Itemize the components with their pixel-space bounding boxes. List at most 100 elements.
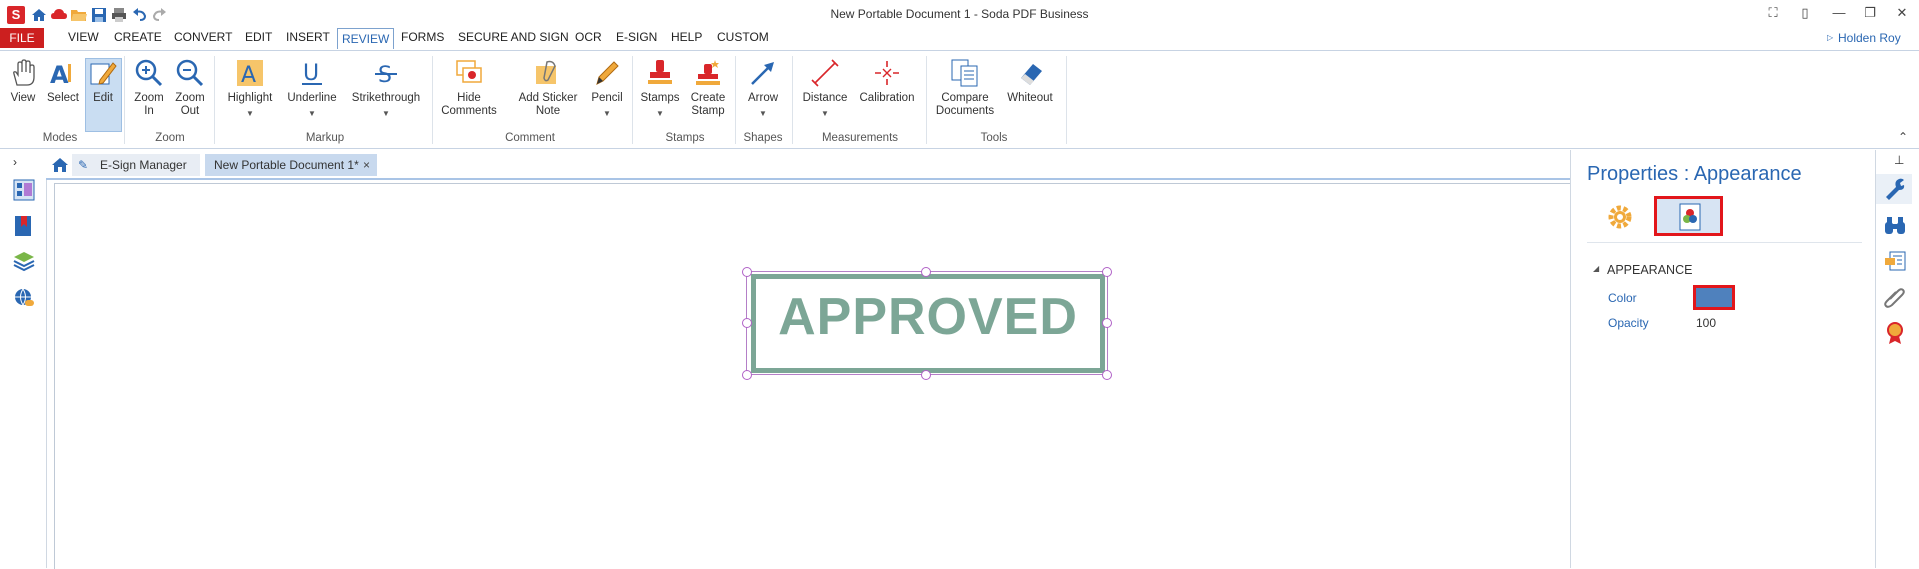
resize-handle-bottom-right[interactable] [1102,370,1112,380]
zoom-out-button[interactable]: Zoom Out [172,58,208,118]
add-sticky-note-button[interactable]: Add Sticker Note [513,58,583,118]
resize-handle-left[interactable] [742,318,752,328]
resize-handle-bottom-left[interactable] [742,370,752,380]
document-canvas[interactable] [54,183,1571,569]
menu-ocr[interactable]: OCR [575,30,602,44]
group-stamps: Stamps [665,132,705,144]
calibration-button[interactable]: Calibration [856,58,918,105]
zoom-out-label-1: Zoom [175,92,205,104]
appearance-tab[interactable] [1654,196,1723,236]
select-label: Select [47,92,79,104]
opacity-label: Opacity [1608,316,1649,330]
arrow-dropdown-icon[interactable]: ▼ [743,107,783,120]
stamps-button[interactable]: Stamps ▼ [640,58,680,120]
attachment-icon[interactable] [1883,285,1907,309]
menu-forms[interactable]: FORMS [401,30,444,44]
opacity-value[interactable]: 100 [1696,316,1716,330]
tab-new-portable-document[interactable]: New Portable Document 1* × [205,154,377,176]
pencil-dropdown-icon[interactable]: ▼ [589,107,625,120]
resize-handle-top-left[interactable] [742,267,752,277]
menu-view[interactable]: VIEW [68,30,99,44]
hand-icon [13,59,35,86]
zoom-in-label-2: In [144,105,154,117]
comments-list-icon[interactable] [1883,250,1907,274]
menu-file[interactable]: FILE [0,28,44,48]
add-sticky-note-label-1: Add Sticker [518,92,578,104]
underline-button[interactable]: U Underline ▼ [284,58,340,120]
appearance-section-header[interactable]: APPEARANCE [1607,263,1692,277]
whiteout-button[interactable]: Whiteout [1002,58,1058,105]
appearance-palette-icon [1679,203,1701,231]
group-separator [792,56,793,144]
group-modes: Modes [42,132,78,144]
color-picker[interactable] [1693,285,1735,310]
underline-dropdown-icon[interactable]: ▼ [284,107,340,120]
underline-label: Underline [287,92,337,104]
resize-handle-right[interactable] [1102,318,1112,328]
reading-mode-icon[interactable]: ▯ [1793,4,1817,22]
resize-handle-top-right[interactable] [1102,267,1112,277]
hide-comments-button[interactable]: Hide Comments [441,58,497,118]
user-name[interactable]: Holden Roy [1838,31,1901,45]
expand-sidebar-icon[interactable]: › [13,155,17,169]
highlight-button[interactable]: A Highlight ▼ [222,58,278,120]
resize-handle-bottom[interactable] [921,370,931,380]
distance-dropdown-icon[interactable]: ▼ [800,107,850,120]
menu-edit[interactable]: EDIT [245,30,272,44]
menu-e-sign[interactable]: E-SIGN [616,30,657,44]
strikethrough-dropdown-icon[interactable]: ▼ [348,107,424,120]
stamp-text: APPROVED [778,288,1078,346]
gear-icon[interactable] [1605,202,1635,232]
pin-icon[interactable]: ⊥ [1894,153,1904,167]
pencil-button[interactable]: Pencil ▼ [589,58,625,120]
tab-close-icon[interactable]: × [363,154,370,176]
stamps-dropdown-icon[interactable]: ▼ [640,107,680,120]
tab-e-sign-manager[interactable]: ✎ E-Sign Manager [72,154,200,176]
compare-documents-button[interactable]: Compare Documents [934,58,996,118]
properties-title: Properties : Appearance [1587,163,1802,185]
resize-handle-top[interactable] [921,267,931,277]
strikethrough-button[interactable]: S Strikethrough ▼ [348,58,424,120]
edit-label: Edit [93,92,113,104]
zoom-in-icon [135,59,163,87]
menu-custom[interactable]: CUSTOM [717,30,769,44]
menu-create[interactable]: CREATE [114,30,162,44]
zoom-in-button[interactable]: Zoom In [131,58,167,118]
strikethrough-label: Strikethrough [351,92,421,104]
arrow-button[interactable]: Arrow ▼ [743,58,783,120]
svg-text:A: A [241,63,256,88]
distance-button[interactable]: Distance ▼ [800,58,850,120]
menu-review[interactable]: REVIEW [337,28,395,49]
home-tab-icon[interactable] [50,155,70,175]
create-stamp-button[interactable]: Create Stamp [688,58,728,118]
highlight-label: Highlight [227,92,273,104]
binoculars-icon[interactable] [1883,214,1907,238]
restore-button[interactable]: ❐ [1858,4,1882,22]
view-button[interactable]: View [6,58,40,105]
wrench-icon[interactable] [1883,177,1907,201]
fullscreen-icon[interactable]: ⛶ [1761,4,1785,22]
close-button[interactable]: ✕ [1890,4,1914,22]
menu-convert[interactable]: CONVERT [174,30,232,44]
create-stamp-icon [696,60,720,85]
compare-documents-icon [951,59,978,87]
group-separator [124,56,125,144]
collapse-ribbon-icon[interactable]: ⌃ [1898,130,1908,144]
zoom-in-label-1: Zoom [134,92,164,104]
menu-insert[interactable]: INSERT [286,30,330,44]
menu-help[interactable]: HELP [671,30,702,44]
bookmarks-icon[interactable] [13,215,35,237]
edit-button[interactable]: Edit [86,58,120,105]
group-separator [926,56,927,144]
menu-secure-and-sign[interactable]: SECURE AND SIGN [458,30,569,44]
minimize-button[interactable]: — [1827,4,1851,22]
calibration-label: Calibration [859,92,915,104]
thumbnails-icon[interactable] [13,179,35,201]
layers-icon[interactable] [13,250,35,272]
group-shapes: Shapes [743,132,783,144]
certificate-badge-icon[interactable] [1883,321,1907,345]
highlight-dropdown-icon[interactable]: ▼ [222,107,278,120]
web-links-icon[interactable] [13,287,35,309]
collapse-section-icon[interactable]: ◢ [1593,264,1599,273]
select-button[interactable]: A Select [45,58,81,105]
